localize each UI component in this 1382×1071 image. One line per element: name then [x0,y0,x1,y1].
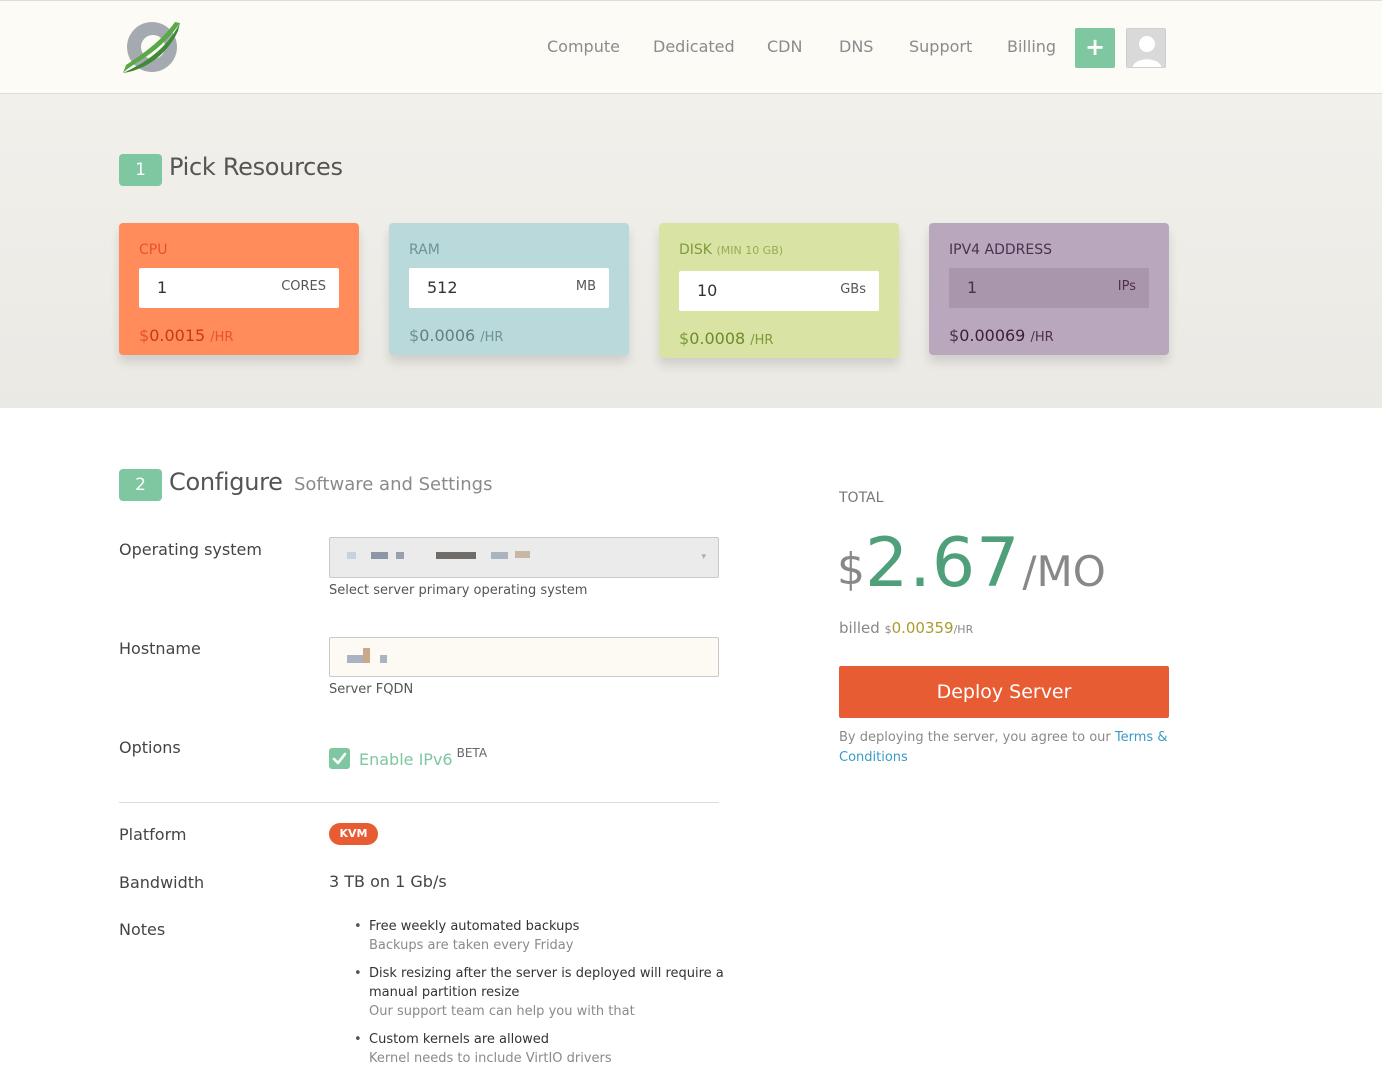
platform-badge: KVM [329,823,378,845]
ipv4-unit: IPs [1117,279,1136,294]
options-label: Options [119,738,181,757]
cpu-title: CPU [139,242,168,258]
total-per: /MO [1022,547,1106,596]
nav-dedicated[interactable]: Dedicated [653,37,735,56]
notes-list: Free weekly automated backups Backups ar… [354,917,724,1071]
disk-price: $0.0008 /HR [679,329,773,348]
add-button[interactable]: + [1075,28,1115,68]
os-select[interactable]: ▾ [329,537,719,578]
billed-per: /HR [953,623,974,636]
ram-value: 512 [427,278,458,297]
nav-compute[interactable]: Compute [547,37,620,56]
total-amount: 2.67 [865,524,1021,603]
notes-label: Notes [119,920,166,939]
note-text: Free weekly automated backups [369,919,580,934]
ram-price-per: /HR [480,330,504,345]
top-navbar: Compute Dedicated CDN DNS Support Billin… [0,0,1382,94]
cpu-price-currency: $ [139,326,150,345]
hostname-label: Hostname [119,639,201,658]
disk-card: DISK (MIN 10 GB) 10 GBs $0.0008 /HR [659,223,899,358]
note-subtext: Kernel needs to include VirtIO drivers [369,1051,612,1066]
ram-card: RAM 512 MB $0.0006 /HR [389,223,629,355]
user-icon [1127,29,1165,67]
ram-price-amount: 0.0006 [419,326,476,345]
ipv4-price-amount: 0.00069 [959,326,1026,345]
list-item: Custom kernels are allowed Kernel needs … [354,1030,724,1068]
cpu-unit: CORES [281,279,326,294]
terms-text: By deploying the server, you agree to ou… [839,730,1111,745]
cpu-price-per: /HR [210,330,234,345]
disk-price-currency: $ [679,329,690,348]
configure-subtitle: Software and Settings [293,474,493,495]
cpu-price: $0.0015 /HR [139,326,233,345]
ipv4-price: $0.00069 /HR [949,326,1054,345]
ipv6-checkbox[interactable] [329,748,350,769]
cpu-card: CPU 1 CORES $0.0015 /HR [119,223,359,355]
configure-title: Configure [169,468,283,496]
platform-label: Platform [119,825,187,844]
cpu-value: 1 [157,278,168,297]
billed-prefix: billed [839,619,880,637]
billed-hourly: billed $0.00359/HR [839,619,973,637]
step-badge: 2 [119,469,162,501]
disk-title-text: DISK [679,242,712,258]
nav-billing[interactable]: Billing [1007,37,1056,56]
disk-price-per: /HR [750,333,774,348]
ram-input[interactable]: 512 MB [409,268,609,308]
section-title: Configure Software and Settings [169,468,492,496]
section-title: Pick Resources [169,153,343,181]
os-label: Operating system [119,540,262,559]
step-badge: 1 [119,154,162,186]
ipv6-label-text: Enable IPv6 [359,750,453,769]
ram-price-currency: $ [409,326,420,345]
disk-title: DISK (MIN 10 GB) [679,242,783,258]
avatar[interactable] [1126,28,1166,68]
hostname-input[interactable] [329,637,719,677]
os-help: Select server primary operating system [329,583,588,598]
total-currency: $ [837,544,865,595]
ipv4-price-per: /HR [1030,330,1054,345]
note-subtext: Backups are taken every Friday [369,938,574,953]
note-text: Custom kernels are allowed [369,1032,550,1047]
divider [119,802,719,803]
total-price: $2.67/MO [837,530,1106,598]
terms-notice: By deploying the server, you agree to ou… [839,728,1174,768]
ipv4-input[interactable]: 1 IPs [949,268,1149,308]
beta-badge: BETA [456,746,488,760]
ram-title: RAM [409,242,440,258]
checkmark-icon [332,752,347,765]
list-item: Free weekly automated backups Backups ar… [354,917,724,955]
note-subtext: Our support team can help you with that [369,1004,635,1019]
bandwidth-value: 3 TB on 1 Gb/s [329,872,447,891]
disk-unit: GBs [840,282,866,297]
ipv4-title: IPV4 ADDRESS [949,242,1052,258]
chevron-down-icon: ▾ [701,552,706,562]
main-nav: Compute Dedicated CDN DNS Support Billin… [0,37,1382,59]
ram-unit: MB [575,279,596,294]
nav-cdn[interactable]: CDN [767,37,802,56]
ipv4-price-currency: $ [949,326,960,345]
ipv4-card: IPV4 ADDRESS 1 IPs $0.00069 /HR [929,223,1169,355]
ipv6-label[interactable]: Enable IPv6 BETA [359,746,487,769]
ram-price: $0.0006 /HR [409,326,503,345]
disk-title-note: (MIN 10 GB) [716,244,784,257]
cpu-price-amount: 0.0015 [149,326,206,345]
nav-support[interactable]: Support [909,37,972,56]
ipv4-value: 1 [967,278,978,297]
note-text: Disk resizing after the server is deploy… [369,966,724,1000]
billed-amount: 0.00359 [891,619,954,637]
disk-price-amount: 0.0008 [689,329,746,348]
cpu-input[interactable]: 1 CORES [139,268,339,308]
billed-currency: $ [884,623,892,636]
list-item: Disk resizing after the server is deploy… [354,964,724,1021]
nav-dns[interactable]: DNS [839,37,873,56]
disk-value: 10 [697,281,718,300]
disk-input[interactable]: 10 GBs [679,271,879,311]
total-label: TOTAL [839,490,884,506]
bandwidth-label: Bandwidth [119,873,205,892]
hostname-help: Server FQDN [329,682,414,697]
deploy-server-button[interactable]: Deploy Server [839,666,1169,718]
